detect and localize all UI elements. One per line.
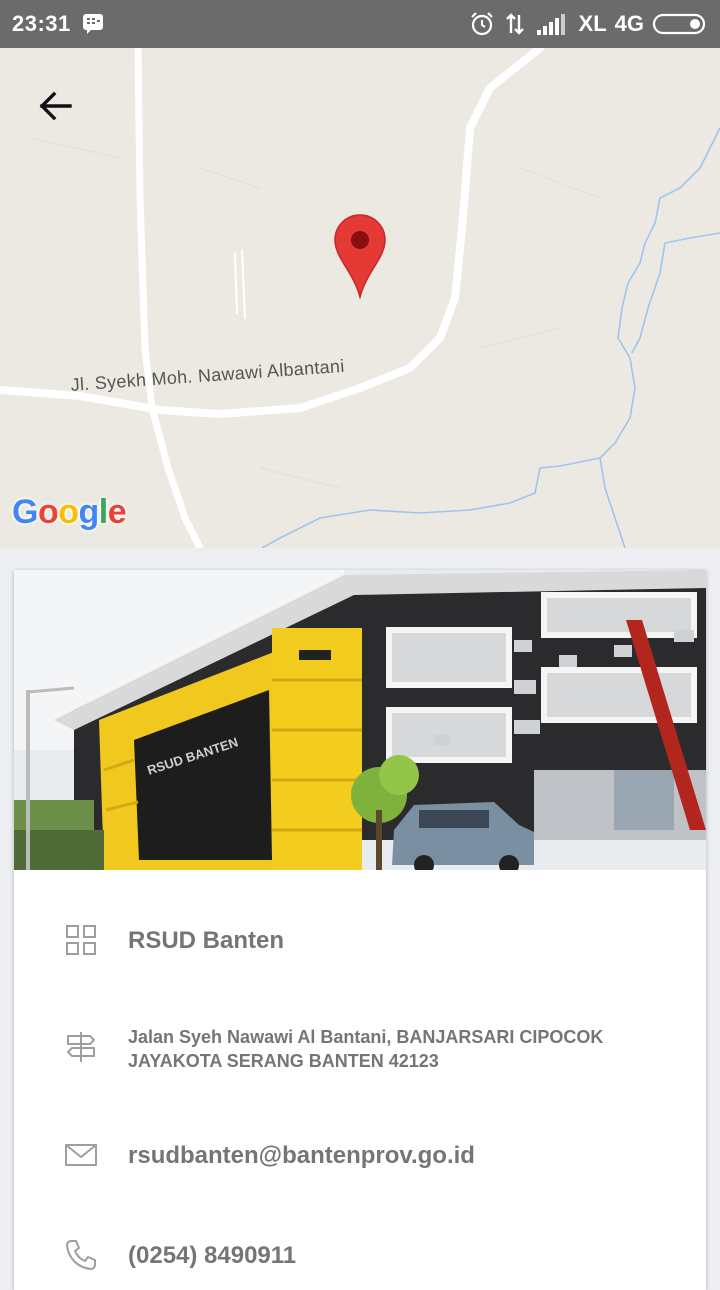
place-photo: RSUD BANTEN <box>14 570 706 870</box>
mail-icon <box>65 1144 97 1166</box>
map-view[interactable]: Jl. Syekh Moh. Nawawi Albantani Google <box>0 48 720 548</box>
status-time: 23:31 <box>12 11 71 36</box>
network-type-label: 4G <box>614 11 644 36</box>
status-bar: 23:31 XL 4G <box>0 0 720 48</box>
alarm-icon <box>470 12 493 36</box>
arrow-left-icon <box>39 91 72 121</box>
place-address: Jalan Syeh Nawawi Al Bantani, BANJARSARI… <box>128 1027 604 1071</box>
place-phone[interactable]: (0254) 8490911 <box>128 1242 296 1270</box>
phone-row[interactable]: (0254) 8490911 <box>14 1225 706 1285</box>
place-card: RSUD BANTEN RSUD Banten Jalan Syeh Nawaw… <box>14 570 706 1290</box>
phone-icon <box>66 1240 96 1270</box>
map-pin-icon[interactable] <box>333 213 387 299</box>
grid-icon <box>66 925 96 955</box>
signal-icon <box>536 14 565 35</box>
google-logo: Google <box>12 493 127 531</box>
back-button[interactable] <box>30 84 82 128</box>
status-icons: XL 4G <box>469 8 708 40</box>
address-row[interactable]: Jalan Syeh Nawawi Al Bantani, BANJARSARI… <box>14 1010 706 1090</box>
data-transfer-icon <box>505 13 524 35</box>
signpost-icon <box>67 1032 95 1062</box>
place-email[interactable]: rsudbanten@bantenprov.go.id <box>128 1142 475 1170</box>
place-name-row: RSUD Banten <box>14 910 706 970</box>
bbm-icon <box>83 14 103 34</box>
battery-icon <box>652 13 706 35</box>
email-row[interactable]: rsudbanten@bantenprov.go.id <box>14 1125 706 1185</box>
carrier-label: XL <box>578 11 607 36</box>
place-name: RSUD Banten <box>128 927 285 954</box>
